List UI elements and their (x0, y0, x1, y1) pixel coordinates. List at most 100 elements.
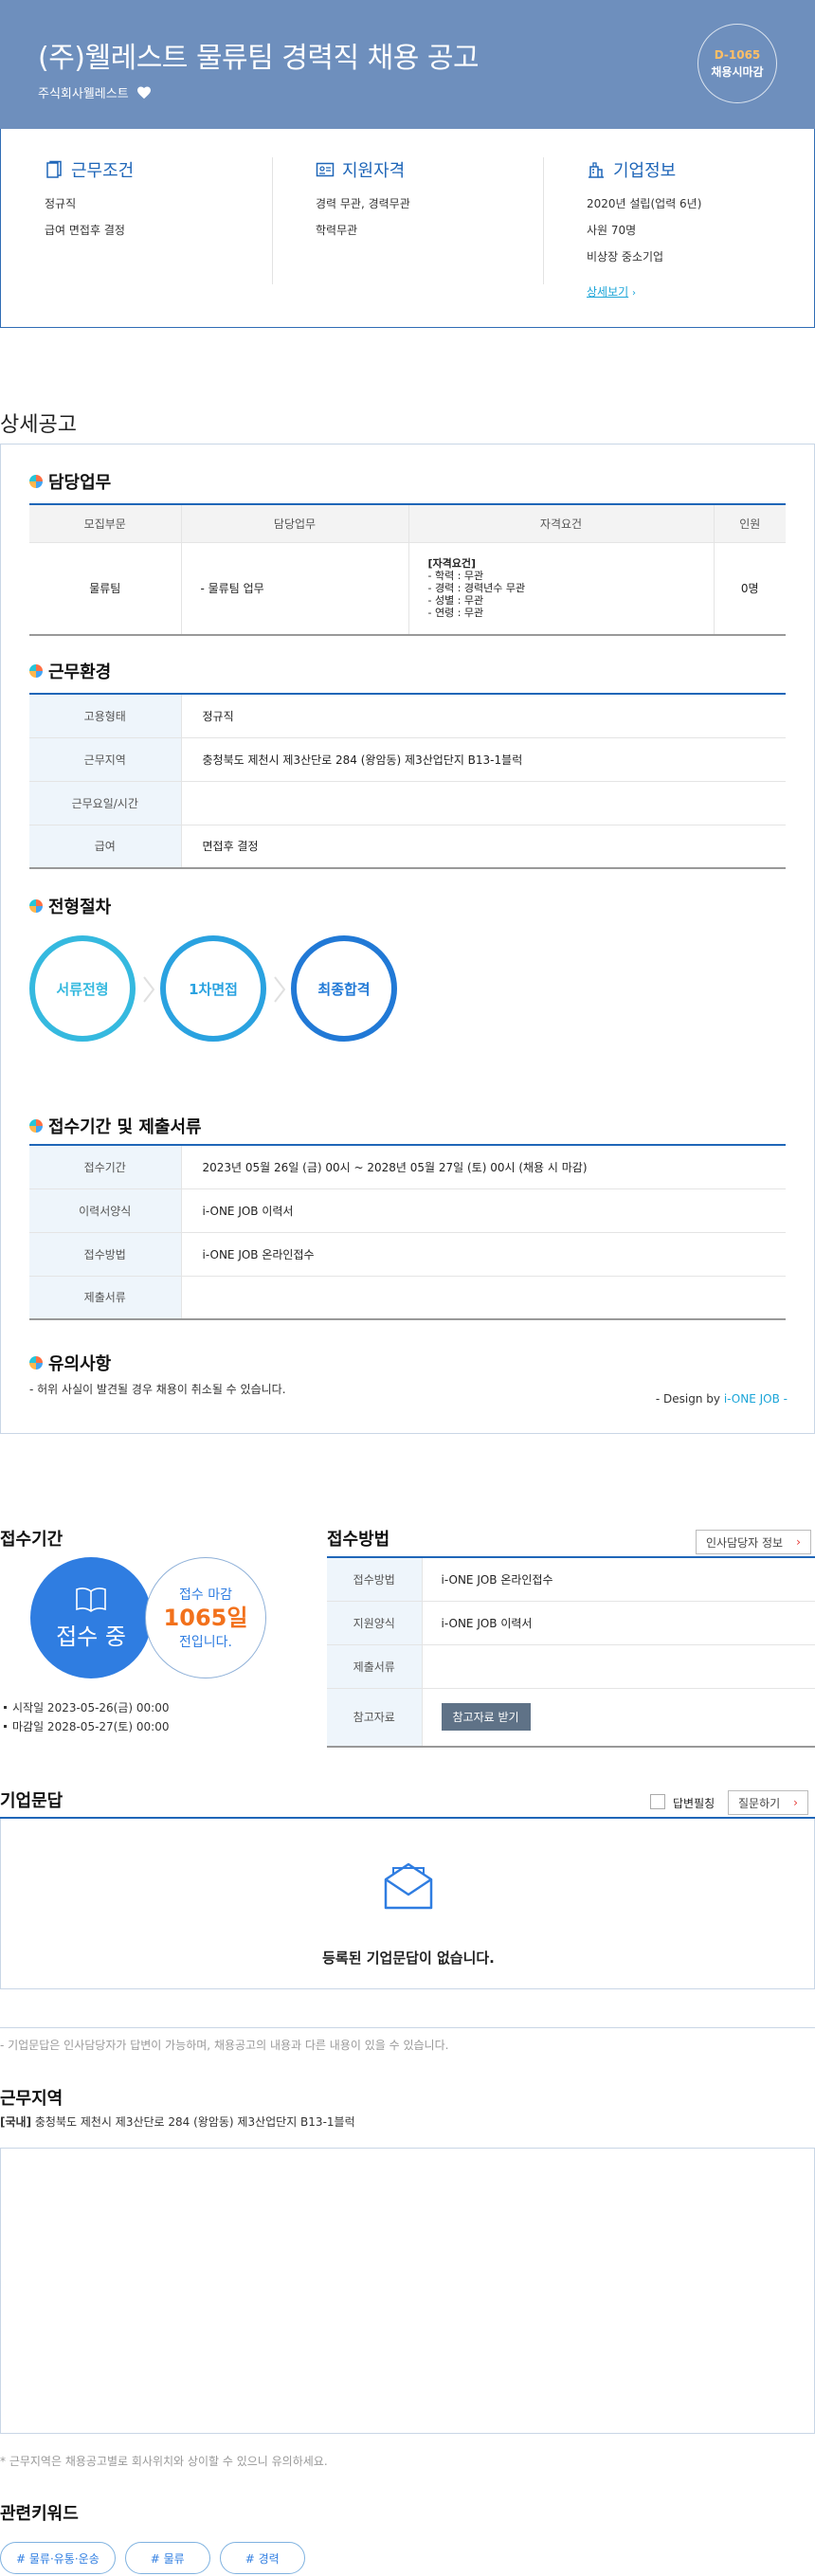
table-row: 급여 면접후 결정 (29, 825, 786, 869)
row-label: 제출서류 (29, 1276, 181, 1320)
days-left: 1065일 (163, 1605, 248, 1631)
job-header: (주)웰레스트 물류팀 경력직 채용 공고 주식회사웰레스트 D-1065 채용… (0, 0, 815, 129)
building-icon (589, 162, 604, 178)
divider (272, 157, 273, 284)
ask-question-label: 질문하기 (738, 1796, 781, 1810)
end-date: 마감일 2028-05-27(토) 00:00 (0, 1717, 169, 1736)
deadline-label: 접수 마감 (179, 1587, 232, 1603)
row-label: 급여 (29, 825, 181, 869)
requirement-title: [자격요건] (427, 557, 477, 571)
divider (0, 2027, 815, 2028)
download-reference-button[interactable]: 참고자료 받기 (441, 1703, 531, 1732)
requirement-line: - 학력 : 무관 (427, 570, 484, 583)
address-text: 충청북도 제천시 제3산단로 284 (왕암동) 제3산업단지 B13-1블럭 (31, 2115, 355, 2129)
chevron-right-icon: › (796, 1535, 801, 1549)
keywords-title: 관련키워드 (0, 2504, 79, 2524)
summary-work-line: 정규직 (45, 197, 77, 210)
chevron-right-icon (143, 976, 155, 1003)
answered-only-label[interactable]: 답변필칭 (673, 1795, 715, 1811)
division-cell: 물류팀 (29, 542, 181, 636)
row-value: 면접후 결정 (180, 825, 786, 869)
design-prefix: - Design by (655, 1392, 724, 1406)
row-label: 접수기간 (29, 1145, 181, 1189)
row-value: i-ONE JOB 이력서 (180, 1188, 786, 1233)
row-value (180, 781, 786, 825)
summary-qualification-heading: 지원자격 (316, 157, 534, 182)
book-icon (76, 1587, 106, 1612)
table-row: 이력서양식 i-ONE JOB 이력서 (29, 1188, 786, 1233)
row-value (421, 1644, 815, 1689)
row-label: 접수방법 (327, 1557, 422, 1602)
divider (543, 157, 544, 284)
chevron-right-icon: › (632, 288, 636, 299)
bullet-icon (29, 1119, 43, 1133)
map-area[interactable] (0, 2148, 815, 2434)
environment-heading-text: 근무환경 (48, 662, 112, 682)
keyword-tag[interactable]: # 물류·유통·운송 (0, 2542, 116, 2574)
column-header: 담당업무 (180, 504, 408, 543)
qna-title: 기업문답 (0, 1791, 63, 1811)
row-value: i-ONE JOB 온라인접수 (180, 1232, 786, 1277)
hr-info-button[interactable]: 인사담당자 정보 › (696, 1530, 811, 1554)
row-label: 제출서류 (327, 1644, 422, 1689)
keyword-tag[interactable]: # 물류 (124, 2542, 210, 2574)
table-row: 접수기간 2023년 05월 26일 (금) 00시 ~ 2028년 05월 27… (29, 1145, 786, 1189)
table-row: 고용형태 정규직 (29, 694, 786, 738)
detail-title: 상세공고 (0, 413, 77, 437)
table-header-row: 모집부문 담당업무 자격요건 인원 (29, 504, 786, 543)
job-title: (주)웰레스트 물류팀 경력직 채용 공고 (38, 42, 480, 75)
environment-heading: 근무환경 (29, 659, 111, 683)
row-value: i-ONE JOB 이력서 (421, 1601, 815, 1645)
company-row: 주식회사웰레스트 (38, 83, 152, 101)
envelope-icon (384, 1862, 433, 1910)
dday-label: 채용시마감 (711, 64, 764, 79)
company-detail-link[interactable]: 상세보기 (587, 285, 628, 299)
heart-icon[interactable] (136, 85, 152, 100)
requirement-cell: [자격요건] - 학력 : 무관 - 경력 : 경력년수 무관 - 성별 : 무… (408, 542, 714, 636)
id-card-icon (316, 162, 335, 177)
answered-only-checkbox[interactable] (650, 1794, 665, 1809)
apply-method-title: 접수방법 (327, 1530, 390, 1550)
summary-work: 근무조건 정규직 급여 면접후 결정 (45, 157, 263, 248)
summary-company-line: 사원 70명 (587, 224, 637, 237)
keyword-list: # 물류·유통·운송 # 물류 # 경력 (0, 2542, 305, 2574)
table-row: 참고자료 참고자료 받기 (327, 1688, 815, 1748)
summary-company-line: 2020년 설립(업력 6년) (587, 197, 702, 210)
summary-company-line: 비상장 중소기업 (587, 250, 664, 263)
row-value: 정규직 (180, 694, 786, 738)
chevron-right-icon (274, 976, 286, 1003)
page: (주)웰레스트 물류팀 경력직 채용 공고 주식회사웰레스트 D-1065 채용… (0, 0, 815, 2576)
requirement-list: [자격요건] - 학력 : 무관 - 경력 : 경력년수 무관 - 성별 : 무… (409, 557, 714, 619)
requirement-line: - 성별 : 무관 (427, 594, 484, 608)
job-summary: 근무조건 정규직 급여 면접후 결정 지원자격 경력 무관, 경력무관 학력무관… (0, 129, 815, 328)
column-header: 인원 (713, 504, 786, 543)
process-heading-text: 전형절차 (48, 898, 112, 917)
row-label: 근무요일/시간 (29, 781, 181, 825)
summary-work-line: 급여 면접후 결정 (45, 224, 125, 237)
days-suffix: 전입니다. (179, 1635, 232, 1650)
apply-status: 접수 중 (56, 1623, 126, 1650)
bullet-icon (29, 664, 43, 678)
table-row: 근무지역 충청북도 제천시 제3산단로 284 (왕암동) 제3산업단지 B13-… (29, 737, 786, 782)
bullet-icon (29, 1356, 43, 1370)
ask-question-button[interactable]: 질문하기 › (728, 1790, 808, 1815)
row-label: 고용형태 (29, 694, 181, 738)
company-detail-row: 상세보기 › (587, 283, 805, 299)
table-row: 근무요일/시간 (29, 781, 786, 825)
row-value: i-ONE JOB 온라인접수 (421, 1557, 815, 1602)
design-credit: - Design by i-ONE JOB - (656, 1392, 788, 1406)
task-cell: - 물류팀 업무 (180, 542, 408, 636)
company-name[interactable]: 주식회사웰레스트 (38, 83, 129, 101)
keyword-tag[interactable]: # 경력 (219, 2542, 305, 2574)
process-step: 서류전형 (29, 935, 136, 1042)
qna-note: - 기업문답은 인사담당자가 답변이 가능하며, 채용공고의 내용과 다른 내용… (0, 2039, 449, 2052)
chevron-right-icon: › (793, 1796, 798, 1809)
process-heading: 전형절차 (29, 894, 111, 918)
detail-box: 담당업무 모집부문 담당업무 자격요건 인원 물류팀 - 물류팀 업무 [자격요… (0, 444, 815, 1434)
start-date: 시작일 2023-05-26(금) 00:00 (0, 1698, 169, 1717)
row-value: 참고자료 받기 (421, 1688, 815, 1748)
summary-company: 기업정보 2020년 설립(업력 6년) 사원 70명 비상장 중소기업 상세보… (587, 157, 805, 310)
design-brand: i-ONE JOB - (723, 1392, 788, 1406)
process-steps: 서류전형 1차면접 최종합격 (29, 935, 427, 1049)
document-icon (46, 160, 62, 178)
